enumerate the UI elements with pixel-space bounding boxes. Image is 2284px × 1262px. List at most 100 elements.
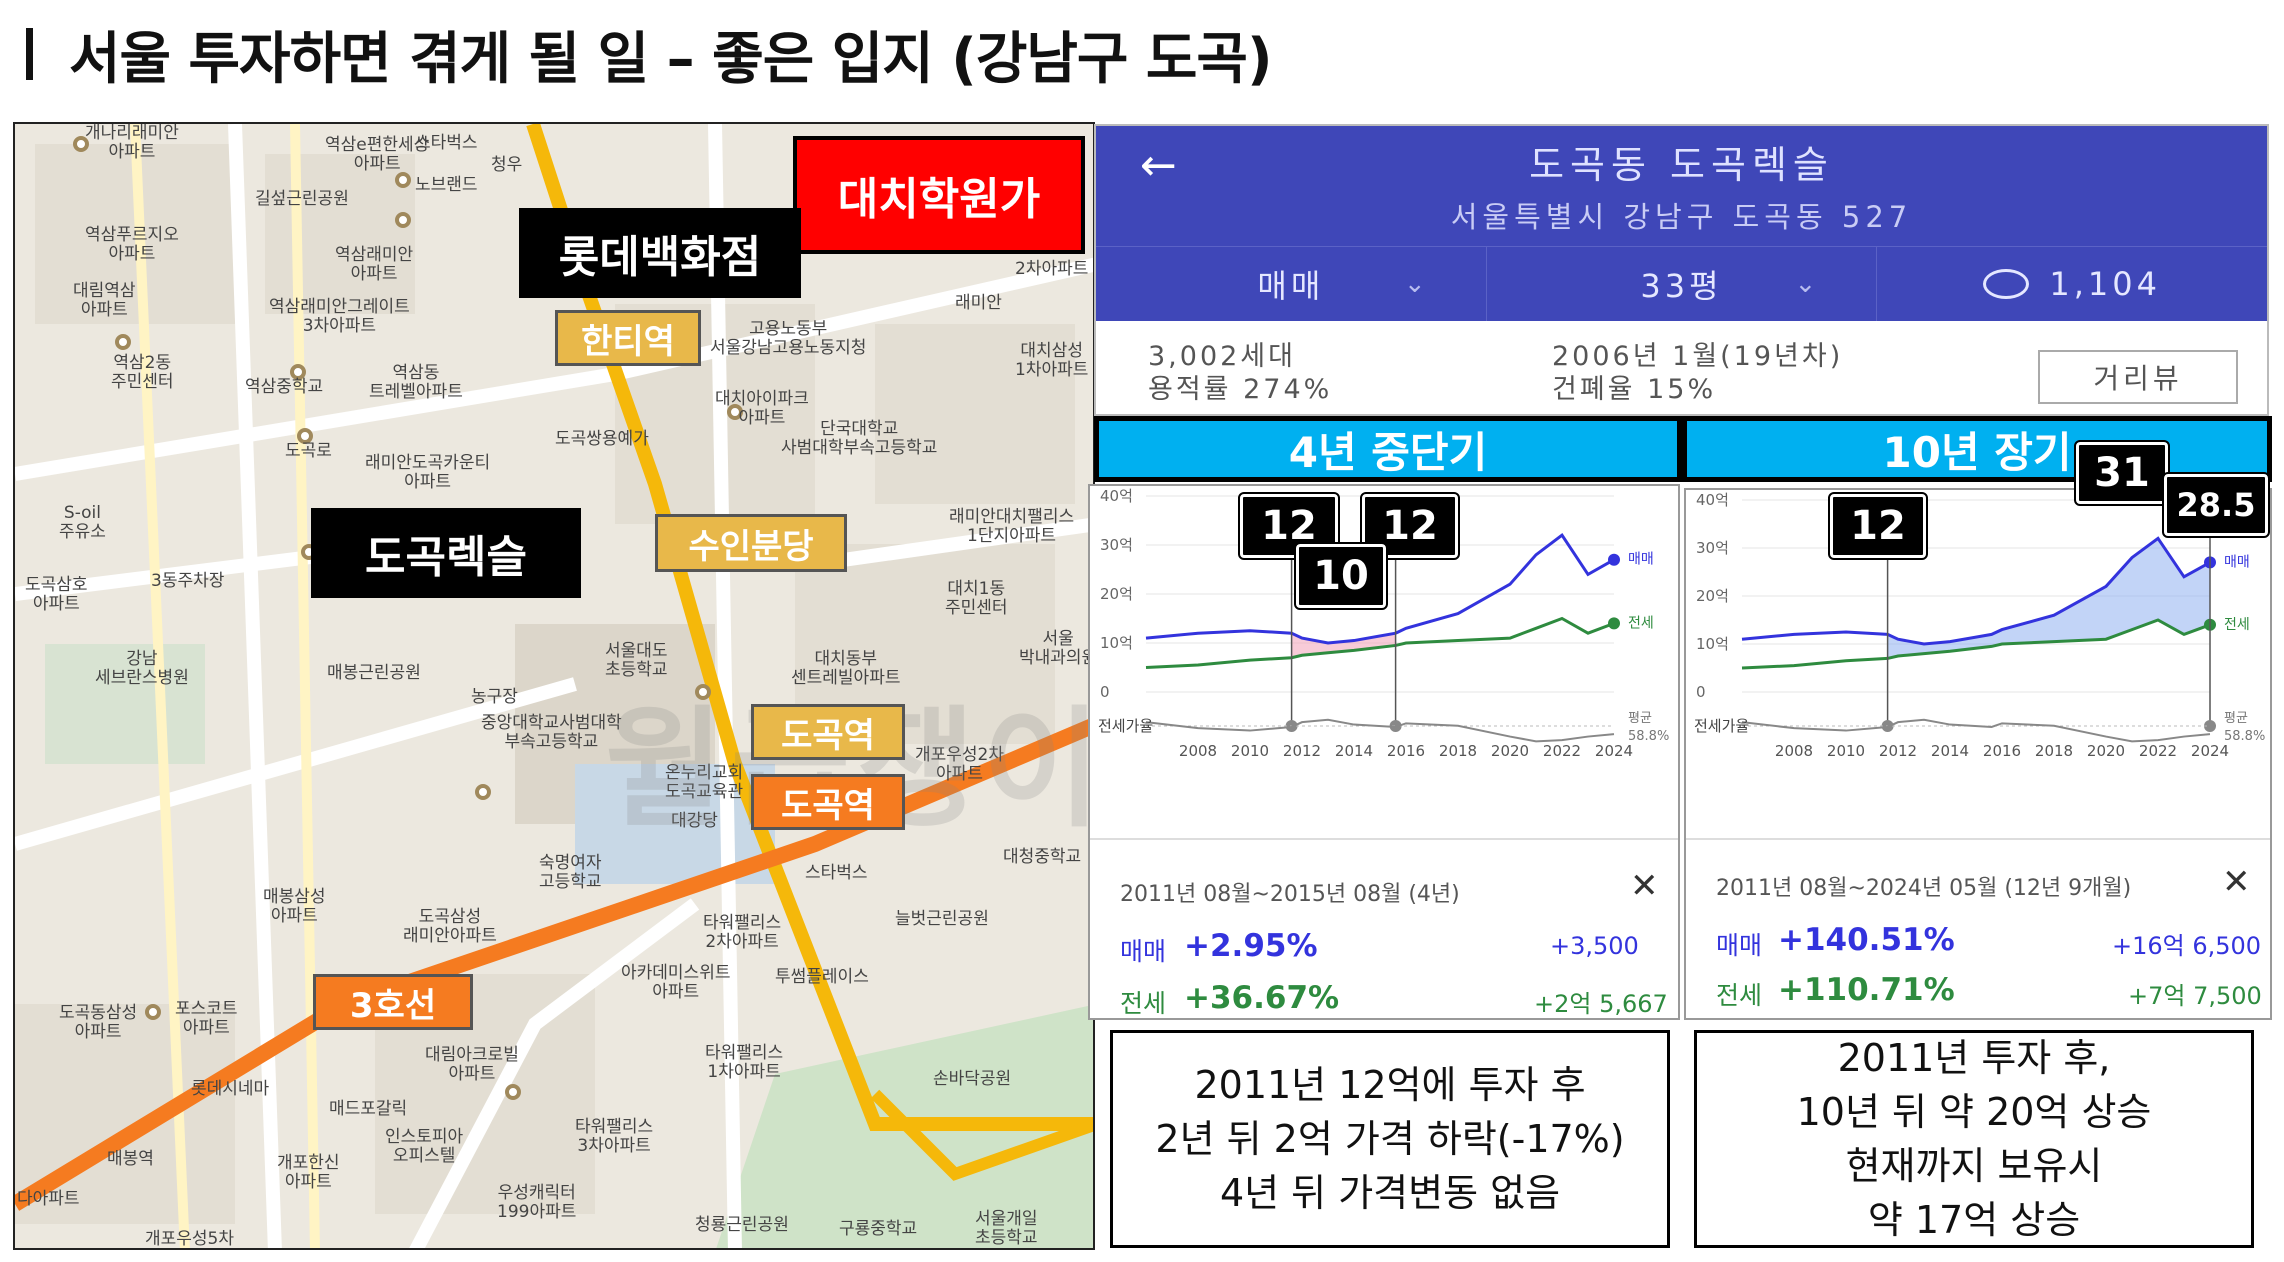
map-label: 구룡중학교 xyxy=(839,1219,918,1239)
x-tick-label: 2024 xyxy=(1595,742,1633,760)
hanti-station-label: 한티역 xyxy=(555,310,701,366)
comments-button[interactable]: 1,104 xyxy=(1877,247,2267,321)
range-label: 2011년 08월~2015년 08월 (4년) xyxy=(1120,882,1460,907)
y-tick-label: 30억 xyxy=(1100,536,1133,554)
series-name: 매매 xyxy=(1628,552,1654,568)
jeonse-percent: +36.67% xyxy=(1184,980,1340,1016)
jeonse-label: 전세 xyxy=(1716,981,1763,1010)
deal-type-dropdown[interactable]: 매매 ⌄ xyxy=(1096,247,1487,321)
map-label: 매봉삼성 아파트 xyxy=(263,887,326,926)
poi-marker[interactable] xyxy=(395,212,411,228)
slide-title: 서울 투자하면 겪게 될 일 – 좋은 입지 (강남구 도곡) xyxy=(26,18,1273,92)
map-label: 투썸플레이스 xyxy=(775,967,869,987)
ratio-line xyxy=(1145,718,1615,743)
map-label: 대림역삼 아파트 xyxy=(73,281,136,320)
x-tick-label: 2018 xyxy=(2035,742,2073,760)
x-tick-label: 2008 xyxy=(1179,742,1217,760)
x-tick-label: 2010 xyxy=(1231,742,1269,760)
apartment-address: 서울특별시 강남구 도곡동 527 xyxy=(1450,200,1913,234)
y-tick-label: 30억 xyxy=(1696,539,1729,557)
average-label: 평균 xyxy=(1628,711,1652,726)
x-tick-label: 2016 xyxy=(1387,742,1425,760)
chart-card-long: 40억 30억 20억 10억 0 매매 전세 전세가율 평균 58.8% 2008 2010 2012… xyxy=(1684,488,2272,1020)
map-label: 포스코트 아파트 xyxy=(175,999,238,1038)
floor-area-ratio: 용적률 274% xyxy=(1148,374,1333,405)
map-label: 개포우성5차 xyxy=(145,1229,235,1249)
map-label: S-oil 주유소 xyxy=(59,503,106,542)
close-icon[interactable]: ✕ xyxy=(2222,862,2251,902)
divider xyxy=(1686,838,2270,840)
x-tick-label: 2014 xyxy=(1931,742,1969,760)
map-label: 서울 박내과의원 xyxy=(1019,629,1095,668)
poi-marker[interactable] xyxy=(475,784,491,800)
map-label: 개포한신 아파트 xyxy=(277,1153,340,1192)
note-mid: 2011년 12억에 투자 후 2년 뒤 2억 가격 하락(-17%) 4년 뒤… xyxy=(1110,1030,1670,1248)
map-label: 타워팰리스 3차아파트 xyxy=(575,1117,654,1156)
dogok-station-orange-label: 도곡역 xyxy=(751,774,905,830)
deal-type-label: 매매 xyxy=(1257,267,1325,305)
y-tick-label: 40억 xyxy=(1100,487,1133,505)
x-tick-label: 2020 xyxy=(2087,742,2125,760)
jeonse-percent: +110.71% xyxy=(1778,972,1955,1008)
poi-marker[interactable] xyxy=(115,334,131,350)
average-label: 평균 xyxy=(2224,711,2248,726)
map-label: 래미안도곡카운티 아파트 xyxy=(365,453,491,492)
jeonse-label: 전세 xyxy=(1120,989,1167,1018)
poi-marker[interactable] xyxy=(505,1084,521,1100)
comments-count: 1,104 xyxy=(2049,265,2161,303)
map-label: 2차아파트 xyxy=(1015,259,1089,279)
y-tick-label: 10억 xyxy=(1100,634,1133,652)
map-label: 개나리래미안 아파트 xyxy=(85,123,179,162)
size-dropdown[interactable]: 33평 ⌄ xyxy=(1487,247,1878,321)
building-coverage: 건폐율 15% xyxy=(1552,374,1717,405)
apartment-info-panel: ← 도곡동 도곡렉슬 서울특별시 강남구 도곡동 527 매매 ⌄ 33평 ⌄ … xyxy=(1094,124,2269,416)
data-point xyxy=(1608,617,1620,630)
x-tick-label: 2012 xyxy=(1283,742,1321,760)
jeonse-amount: +2억 5,667 xyxy=(1534,990,1668,1018)
map-label: 숙명여자 고등학교 xyxy=(539,853,602,892)
callout-mid-low: 10 xyxy=(1294,542,1388,610)
map-label: 손바닥공원 xyxy=(933,1069,1012,1089)
map-label: 역삼푸르지오 아파트 xyxy=(85,225,179,264)
map-label: 매봉근린공원 xyxy=(327,663,421,683)
divider xyxy=(1090,838,1678,840)
y-tick-label: 10억 xyxy=(1696,635,1729,653)
callout-long-start: 12 xyxy=(1828,492,1928,560)
map-label: 길섶근린공원 xyxy=(255,189,349,209)
completion-date: 2006년 1월(19년차) xyxy=(1552,341,1844,372)
x-tick-label: 2024 xyxy=(2191,742,2229,760)
average-value: 58.8% xyxy=(2224,729,2265,744)
households: 3,002세대 xyxy=(1148,341,1296,372)
ratio-line xyxy=(1741,718,2211,743)
map-label: 도곡로 xyxy=(285,441,332,461)
app-header: ← 도곡동 도곡렉슬 서울특별시 강남구 도곡동 527 매매 ⌄ 33평 ⌄ … xyxy=(1096,126,2267,321)
map-view[interactable]: 개나리래미안 아파트 역삼e편한세상 아파트 스타벅스 노브랜드 청우 길섶근린공원… xyxy=(13,122,1095,1250)
comment-icon xyxy=(1983,269,2030,299)
map-label: 대치1동 주민센터 xyxy=(945,579,1008,618)
map-label: 역삼래미안 아파트 xyxy=(335,245,414,284)
map-label: 인스토피아 오피스텔 xyxy=(385,1127,464,1166)
map-label: 우성캐릭터 199아파트 xyxy=(497,1183,577,1222)
price-chart-long: 40억 30억 20억 10억 0 매매전세전세가율 평균 58.8% 2008 2010 2012… xyxy=(1694,491,2265,760)
suin-bundang-label: 수인분당 xyxy=(655,514,847,572)
street-view-button[interactable]: 거리뷰 xyxy=(2038,350,2238,404)
note-line: 2년 뒤 2억 가격 하락(-17%) xyxy=(1155,1117,1625,1161)
poi-marker[interactable] xyxy=(395,172,411,188)
poi-marker[interactable] xyxy=(145,1004,161,1020)
close-icon[interactable]: ✕ xyxy=(1630,866,1659,906)
note-line: 현재까지 보유시 xyxy=(1845,1144,2103,1188)
average-value: 58.8% xyxy=(1628,729,1669,744)
map-label: 스타벅스 xyxy=(805,863,868,883)
map-label: 고용노동부 서울강남고용노동지청 xyxy=(710,319,867,358)
map-label: 래미안대치팰리스 1단지아파트 xyxy=(949,507,1075,546)
map-label: 역삼래미안그레이트 3차아파트 xyxy=(269,297,410,336)
map-label: 다아파트 xyxy=(17,1189,80,1209)
sale-percent: +140.51% xyxy=(1778,922,1955,958)
map-label: 타워팰리스 2차아파트 xyxy=(703,913,782,952)
sale-amount: +3,500 xyxy=(1550,932,1639,960)
map-label: 대림아크로빌 아파트 xyxy=(425,1045,519,1084)
info-left: 3,002세대 용적률 274% xyxy=(1148,340,1332,406)
map-label: 도곡삼호 아파트 xyxy=(25,575,88,614)
y-tick-label: 0 xyxy=(1100,683,1110,701)
map-label: 청룡근린공원 xyxy=(695,1215,789,1235)
